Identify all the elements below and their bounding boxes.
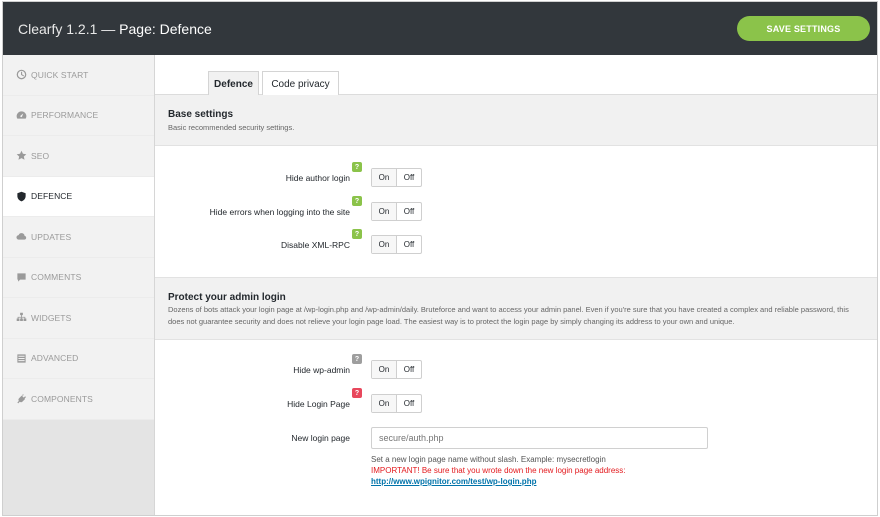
section-description: Dozens of bots attack your login page at… <box>168 305 849 326</box>
setting-label: Hide errors when logging into the site <box>209 207 350 217</box>
toggle-on-button[interactable]: On <box>372 169 397 186</box>
sidebar-item-widgets[interactable]: WIDGETS <box>3 298 154 339</box>
clock-icon <box>16 69 27 80</box>
disable-xmlrpc-toggle: On Off <box>371 235 422 254</box>
protect-login-header: Protect your admin login Dozens of bots … <box>155 277 877 340</box>
sidebar-item-comments[interactable]: COMMENTS <box>3 257 154 298</box>
section-title: Base settings <box>168 109 234 120</box>
sidebar-item-components[interactable]: COMPONENTS <box>3 379 154 420</box>
sidebar-item-defence[interactable]: DEFENCE <box>3 176 154 217</box>
help-icon[interactable]: ? <box>352 229 362 239</box>
toggle-off-button[interactable]: Off <box>397 361 421 378</box>
setting-label: Hide Login Page <box>287 399 350 409</box>
help-icon[interactable]: ? <box>352 196 362 206</box>
main-content: Defence Code privacy Base settings Basic… <box>155 55 877 515</box>
tab-code-privacy[interactable]: Code privacy <box>262 71 339 96</box>
sidebar-item-label: COMPONENTS <box>31 393 93 404</box>
setting-label: Hide author login <box>285 173 350 183</box>
top-bar: Clearfy 1.2.1 — Page: Defence SAVE SETTI… <box>3 2 877 55</box>
help-icon[interactable]: ? <box>352 354 362 364</box>
sidebar-item-label: SEO <box>31 150 50 161</box>
toggle-off-button[interactable]: Off <box>397 169 421 186</box>
sitemap-icon <box>16 312 27 323</box>
toggle-off-button[interactable]: Off <box>397 203 421 220</box>
sidebar-item-label: UPDATES <box>31 231 72 242</box>
sidebar-item-label: COMMENTS <box>31 272 82 283</box>
tab-bar: Defence Code privacy <box>155 55 877 96</box>
toggle-on-button[interactable]: On <box>372 203 397 220</box>
sidebar-item-performance[interactable]: PERFORMANCE <box>3 95 154 136</box>
sidebar-item-updates[interactable]: UPDATES <box>3 217 154 258</box>
hide-wp-admin-toggle: On Off <box>371 360 422 379</box>
sidebar-item-label: PERFORMANCE <box>31 110 99 121</box>
star-icon <box>16 150 27 161</box>
section-description: Basic recommended security settings. <box>168 123 295 132</box>
save-settings-button[interactable]: SAVE SETTINGS <box>737 16 870 41</box>
hide-errors-toggle: On Off <box>371 202 422 221</box>
sidebar-item-quick-start[interactable]: QUICK START <box>3 55 154 96</box>
help-icon[interactable]: ? <box>352 388 362 398</box>
toggle-on-button[interactable]: On <box>372 361 397 378</box>
section-title: Protect your admin login <box>168 292 286 303</box>
setting-label: New login page <box>291 433 350 443</box>
new-login-page-input[interactable] <box>371 427 708 449</box>
sidebar-item-label: QUICK START <box>31 69 89 80</box>
sidebar-item-label: DEFENCE <box>31 191 73 202</box>
list-icon <box>16 353 27 364</box>
plug-icon <box>16 393 27 404</box>
page-title: Page: Defence <box>119 21 212 37</box>
sidebar-item-seo[interactable]: SEO <box>3 136 154 177</box>
hide-login-page-toggle: On Off <box>371 394 422 413</box>
base-settings-header: Base settings Basic recommended security… <box>155 95 877 146</box>
page-heading: Clearfy 1.2.1 — Page: Defence <box>18 21 212 37</box>
sidebar-item-label: ADVANCED <box>31 353 79 364</box>
app-name: Clearfy 1.2.1 — <box>18 21 116 37</box>
toggle-off-button[interactable]: Off <box>397 236 421 253</box>
toggle-on-button[interactable]: On <box>372 236 397 253</box>
comment-icon <box>16 272 27 283</box>
speedometer-icon <box>16 110 27 121</box>
tab-defence[interactable]: Defence <box>208 71 259 96</box>
sidebar-item-label: WIDGETS <box>31 312 72 323</box>
toggle-off-button[interactable]: Off <box>397 395 421 412</box>
warning-text: IMPORTANT! Be sure that you wrote down t… <box>371 466 626 475</box>
toggle-on-button[interactable]: On <box>372 395 397 412</box>
sidebar: QUICK START PERFORMANCE SEO DEFENCE UPDA… <box>3 55 155 515</box>
input-hint: Set a new login page name without slash.… <box>371 455 606 464</box>
help-icon[interactable]: ? <box>352 162 362 172</box>
shield-icon <box>16 191 27 202</box>
hide-author-login-toggle: On Off <box>371 168 422 187</box>
login-url-link[interactable]: http://www.wpignitor.com/test/wp-login.p… <box>371 476 536 487</box>
cloud-icon <box>16 231 27 242</box>
sidebar-item-advanced[interactable]: ADVANCED <box>3 338 154 379</box>
setting-label: Disable XML-RPC <box>281 240 350 250</box>
setting-label: Hide wp-admin <box>293 365 350 375</box>
app-frame: Clearfy 1.2.1 — Page: Defence SAVE SETTI… <box>2 1 878 516</box>
